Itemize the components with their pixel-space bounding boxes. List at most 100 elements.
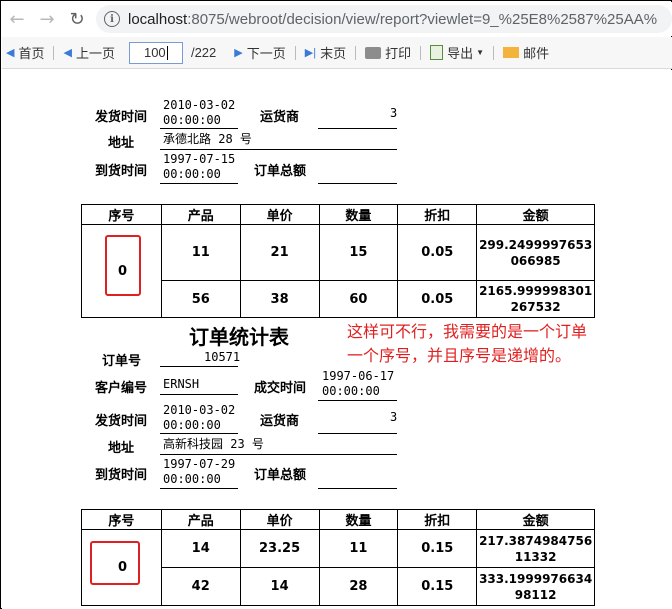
deal-time-clock: 00:00:00 (322, 384, 380, 398)
export-icon (430, 45, 444, 60)
toolbar-divider (493, 45, 495, 60)
order-items-table: 序号 产品 单价 数量 折扣 金额 11 21 15 0.05 299.2499… (81, 204, 595, 318)
underline (318, 433, 397, 434)
report-toolbar: ◀ 首页 ◀ 上一页 100 /222 ▶ 下一页 ▶| 末页 打印 导出 ▼ … (2, 37, 672, 69)
underline (160, 149, 397, 150)
underline (160, 183, 238, 184)
amount-cell: 217.387498475611332 (476, 529, 595, 568)
toolbar-divider (53, 45, 55, 60)
last-page-label: 末页 (320, 46, 347, 61)
header-seq: 序号 (81, 509, 162, 530)
carrier-value: 3 (390, 410, 398, 424)
deal-time-date: 1997-06-17 (322, 369, 395, 383)
reload-icon[interactable]: ↻ (62, 4, 92, 34)
report-title: 订单统计表 (189, 325, 289, 349)
window-frame: ← → ↻ i localhost:8075/webroot/decision/… (0, 0, 672, 609)
url-path: :8075/webroot/decision/view/report?viewl… (187, 10, 658, 28)
table-row: 14 23.25 11 0.15 217.387498475611332 (81, 529, 595, 606)
seq-value: 0 (118, 560, 128, 575)
url-text: localhost:8075/webroot/decision/view/rep… (128, 11, 657, 28)
arrival-time-label: 到货时间 (95, 468, 148, 483)
product-cell: 14 (160, 529, 241, 568)
ship-time-label: 发货时间 (95, 110, 148, 125)
underline (160, 366, 238, 367)
arrival-time-clock: 00:00:00 (163, 167, 221, 181)
header-product: 产品 (160, 204, 241, 225)
customer-id-value: ERNSH (163, 377, 200, 391)
mail-icon (503, 47, 520, 58)
next-page-label: 下一页 (246, 46, 286, 61)
toolbar-divider (294, 45, 296, 60)
product-cell: 11 (160, 224, 241, 281)
info-icon[interactable]: i (104, 11, 120, 27)
discount-cell: 0.05 (397, 280, 478, 318)
first-page-icon: ◀ (6, 47, 15, 59)
header-product: 产品 (160, 509, 241, 530)
ship-time-clock: 00:00:00 (163, 418, 221, 432)
first-page-button[interactable]: ◀ 首页 (2, 41, 48, 65)
last-page-icon: ▶| (304, 47, 317, 59)
ship-time-date: 2010-03-02 (163, 98, 236, 112)
ship-time-clock: 00:00:00 (163, 113, 221, 127)
underline (160, 454, 397, 455)
deal-time-label: 成交时间 (254, 381, 307, 396)
address-value: 高新科技园 23 号 (163, 437, 264, 451)
product-cell: 42 (160, 567, 241, 606)
print-button[interactable]: 打印 (361, 41, 415, 65)
underline (318, 488, 397, 489)
arrival-time-date: 1997-07-15 (163, 152, 236, 166)
address-label: 地址 (108, 441, 135, 456)
prev-page-icon: ◀ (63, 47, 72, 59)
order-items-table: 序号 产品 单价 数量 折扣 金额 14 23.25 11 0.15 217.3… (81, 509, 595, 606)
qty-cell: 60 (318, 280, 399, 318)
order-total-label: 订单总额 (254, 164, 307, 179)
header-price: 单价 (239, 509, 320, 530)
qty-cell: 28 (318, 567, 399, 606)
discount-cell: 0.15 (397, 529, 478, 568)
back-arrow-icon[interactable]: ← (2, 4, 32, 34)
annotation-line-1: 这样可不行，我需要的是一个订单 (347, 322, 588, 341)
prev-page-label: 上一页 (75, 46, 115, 61)
underline (160, 433, 238, 434)
table-header-row: 序号 产品 单价 数量 折扣 金额 (81, 204, 595, 225)
order-no-value: 10571 (204, 350, 241, 364)
discount-cell: 0.05 (397, 224, 478, 281)
underline (318, 183, 397, 184)
first-page-label: 首页 (18, 46, 45, 61)
forward-arrow-icon[interactable]: → (32, 4, 62, 34)
ship-time-date: 2010-03-02 (163, 403, 236, 417)
report-page: 发货时间 2010-03-02 00:00:00 运货商 3 地址 承德北路 2… (2, 70, 672, 609)
url-host: localhost (128, 10, 188, 28)
amount-cell: 2165.999998301267532 (476, 280, 595, 318)
underline (160, 394, 238, 395)
last-page-button[interactable]: ▶| 末页 (301, 41, 350, 65)
printer-icon (365, 46, 382, 59)
underline (160, 128, 238, 129)
arrival-time-date: 1997-07-29 (163, 457, 236, 471)
arrival-time-clock: 00:00:00 (163, 472, 221, 486)
arrival-time-label: 到货时间 (95, 164, 148, 179)
mail-label: 邮件 (523, 46, 550, 61)
underline (318, 128, 397, 129)
price-cell: 21 (239, 224, 320, 281)
table-header-row: 序号 产品 单价 数量 折扣 金额 (81, 509, 595, 530)
header-discount: 折扣 (397, 204, 478, 225)
url-field[interactable]: i localhost:8075/webroot/decision/view/r… (96, 5, 672, 33)
product-cell: 56 (160, 280, 241, 318)
carrier-label: 运货商 (260, 110, 300, 125)
prev-page-button[interactable]: ◀ 上一页 (59, 41, 118, 65)
header-price: 单价 (239, 204, 320, 225)
ship-time-label: 发货时间 (95, 414, 148, 429)
header-qty: 数量 (318, 204, 399, 225)
print-label: 打印 (385, 46, 412, 61)
page-number-input[interactable]: 100 (128, 41, 183, 64)
order-no-label: 订单号 (102, 354, 142, 369)
carrier-value: 3 (390, 106, 398, 120)
price-cell: 23.25 (239, 529, 320, 568)
mail-button[interactable]: 邮件 (499, 41, 553, 65)
export-button[interactable]: 导出 ▼ (426, 41, 488, 65)
toolbar-divider (420, 45, 422, 60)
highlight-box (90, 541, 140, 585)
header-qty: 数量 (318, 509, 399, 530)
next-page-button[interactable]: ▶ 下一页 (230, 41, 289, 65)
